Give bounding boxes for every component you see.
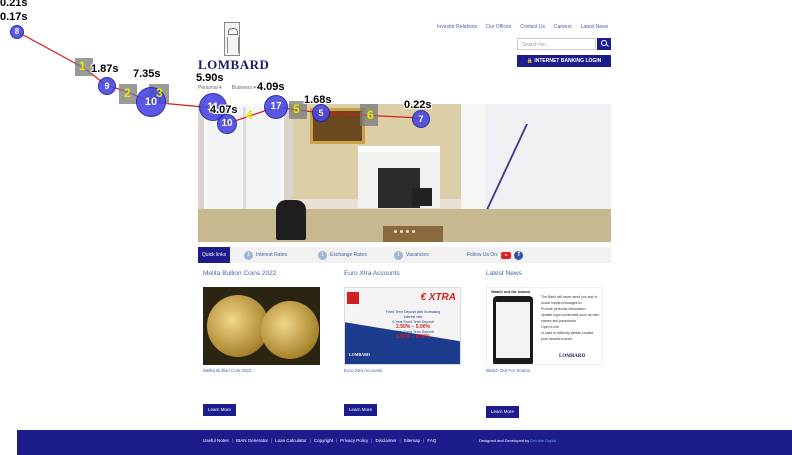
nav-contact-us[interactable]: Contact Us [520, 24, 545, 30]
hero-chair [276, 200, 306, 240]
fixation-marker: 10 [136, 87, 166, 117]
footer-link-copyright[interactable]: Copyright [314, 438, 333, 443]
facebook-icon[interactable]: f [514, 250, 524, 260]
hero-monitor [412, 188, 432, 206]
duration-label: 5.90s [196, 72, 224, 84]
ib-login-label: INTERNET BANKING LOGIN [534, 58, 602, 64]
nav-business[interactable]: Business ▾ [232, 85, 256, 91]
main-navigation: Personal ▾ Business ▾ [198, 85, 256, 91]
search-icon[interactable] [597, 38, 611, 50]
step-number: 1 [79, 59, 86, 73]
footer-link-disclaimer[interactable]: Disclaimer [375, 438, 396, 443]
footer-link-faq[interactable]: FAQ [427, 438, 436, 443]
nav-careers[interactable]: Careers [554, 24, 572, 30]
extra-logo: € XTRA [420, 292, 456, 303]
duration-label: 0.17s [0, 11, 28, 23]
quick-link-vacancies[interactable]: 1 Vacancies [394, 250, 429, 260]
follow-us: Follow Us On: f [467, 250, 524, 260]
bullion-coins-image[interactable] [203, 287, 320, 365]
logo-text: LOMBARD [198, 57, 270, 72]
hero-window [204, 104, 284, 214]
duration-label: 7.35s [133, 68, 161, 80]
phone-icon [493, 296, 533, 364]
carousel-dots[interactable] [394, 230, 415, 233]
footer: Useful Notes | IBAN Generator | Loan Calcu… [17, 430, 792, 455]
learn-more-button-extra[interactable]: Learn More [344, 404, 377, 416]
footer-links: Useful Notes | IBAN Generator | Loan Calcu… [203, 438, 437, 443]
column-title[interactable]: Euro Xtra Accounts [344, 270, 469, 277]
column-latest-news: Latest News Watch out for scams The Bank… [486, 270, 611, 373]
learn-more-button-coins[interactable]: Learn More [203, 404, 236, 416]
footer-link-iban-generator[interactable]: IBAN Generator [236, 438, 268, 443]
footer-credit: Designed and Developed by Deloitte Digit… [479, 438, 557, 443]
internet-banking-login-button[interactable]: 🔒 INTERNET BANKING LOGIN [517, 55, 611, 67]
scam-warning-image[interactable]: Watch out for scams The Bank will never … [486, 287, 603, 365]
footer-link-privacy-policy[interactable]: Privacy Policy [340, 438, 368, 443]
nav-our-offices[interactable]: Our Offices [486, 24, 511, 30]
fixation-marker: 8 [10, 25, 24, 39]
quick-links-title: Quick links [198, 247, 230, 263]
quick-link-interest-rates[interactable]: 1 Interest Rates [244, 250, 287, 260]
step-number: 3 [156, 86, 163, 100]
footer-link-useful-notes[interactable]: Useful Notes [203, 438, 229, 443]
interest-rates-icon: 1 [244, 250, 253, 260]
hero-banner-image [198, 104, 611, 242]
column-caption[interactable]: Euro Xtra Accounts [344, 368, 469, 373]
logo-building-icon [224, 22, 240, 56]
column-caption[interactable]: Melita Bullion Coin 2022 [203, 368, 328, 373]
youtube-icon[interactable] [501, 251, 512, 259]
exchange-rates-icon: 1 [318, 250, 327, 260]
nav-investor-relations[interactable]: Investor Relations [437, 24, 477, 30]
fixation-marker: 9 [98, 77, 116, 95]
column-title[interactable]: Latest News [486, 270, 611, 277]
step-number: 2 [124, 86, 131, 100]
quick-link-exchange-rates[interactable]: 1 Exchange Rates [318, 250, 367, 260]
duration-label: 1.87s [91, 63, 119, 75]
duration-label: 0.21s [0, 0, 28, 9]
nav-latest-news[interactable]: Latest News [581, 24, 609, 30]
footer-credit-link[interactable]: Deloitte Digital [530, 438, 556, 443]
column-caption[interactable]: Watch Out For Scams [486, 368, 611, 373]
hero-painting [310, 108, 365, 144]
quick-links-bar: Quick links 1 Interest Rates 1 Exchange … [198, 247, 611, 263]
euro-xtra-image[interactable]: € XTRA Fixed Term Deposit with Increasin… [344, 287, 461, 365]
lombard-logo[interactable]: LOMBARD [198, 22, 270, 72]
duration-label: 4.09s [257, 81, 285, 93]
footer-link-loan-calculator[interactable]: Loan Calculator [275, 438, 307, 443]
column-bullion-coins: Melita Bullion Coins 2022 Melita Bullion… [203, 270, 328, 373]
nav-personal[interactable]: Personal ▾ [198, 85, 222, 91]
column-title[interactable]: Melita Bullion Coins 2022 [203, 270, 328, 277]
vacancies-icon: 1 [394, 250, 403, 260]
top-navigation: Investor Relations Our Offices Contact U… [437, 24, 608, 30]
search-input[interactable]: Search for... [517, 38, 596, 50]
footer-link-sitemap[interactable]: Sitemap [404, 438, 421, 443]
column-euro-xtra: Euro Xtra Accounts € XTRA Fixed Term Dep… [344, 270, 469, 373]
learn-more-button-news[interactable]: Learn More [486, 406, 519, 418]
